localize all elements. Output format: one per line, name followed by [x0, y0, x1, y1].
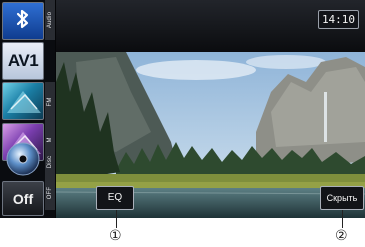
av1-button-label: AV1 [7, 51, 39, 70]
bluetooth-audio-button[interactable] [2, 2, 44, 40]
fm-source-button[interactable] [2, 82, 44, 120]
clock-display: 14:10 [318, 10, 359, 29]
disc-source-button[interactable] [2, 142, 44, 180]
fm-radio-icon [3, 91, 43, 119]
hide-button[interactable]: Скрыть [320, 186, 364, 210]
callout-line-2 [342, 210, 343, 228]
disc-icon [5, 141, 41, 182]
sidebar-label-audio: Audio [45, 0, 55, 40]
callout-number-1: ① [109, 228, 122, 244]
eq-button[interactable]: EQ [96, 186, 134, 210]
av1-source-button[interactable]: AV1 [2, 42, 44, 80]
sidebar-label-off: OFF [45, 176, 55, 210]
top-status-bar: 14:10 [56, 0, 365, 52]
arrow-down-icon[interactable] [47, 210, 53, 218]
callout-line-1 [116, 210, 117, 228]
callout-number-2: ② [335, 228, 348, 244]
head-unit-screen: Audio AV1 FM AM [0, 0, 365, 218]
sidebar-label-fm: FM [45, 82, 55, 122]
off-source-button[interactable]: Off [2, 181, 44, 216]
source-sidebar: Audio AV1 FM AM [0, 0, 55, 218]
bluetooth-icon [15, 7, 31, 36]
off-button-label: Off [12, 190, 34, 207]
